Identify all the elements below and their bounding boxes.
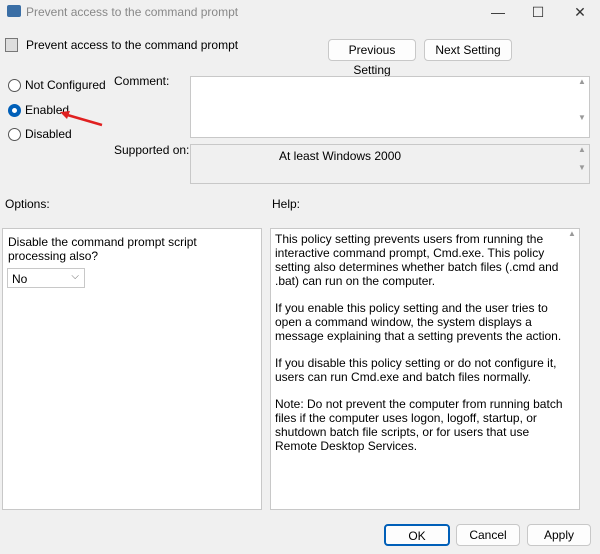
title-bar: Prevent access to the command prompt — ☐… [0,0,600,26]
scrollbar[interactable]: ▲ ▼ [575,77,589,137]
help-label: Help: [272,197,301,211]
help-paragraph: Note: Do not prevent the computer from r… [275,397,563,453]
supported-on-field: At least Windows 2000 ▲ ▼ [190,144,590,184]
help-panel: This policy setting prevents users from … [270,228,580,510]
scrollbar[interactable]: ▲ [565,229,579,509]
radio-label: Not Configured [25,78,106,92]
radio-circle-selected[interactable] [8,103,21,117]
options-label: Options: [5,197,50,211]
cancel-button[interactable]: Cancel [456,524,520,546]
previous-setting-button[interactable]: Previous Setting [328,39,416,77]
red-arrow-annotation [60,111,103,127]
app-icon [7,5,21,17]
ok-button[interactable]: OK [384,524,450,546]
minimize-button[interactable]: — [478,2,518,24]
scrollbar[interactable]: ▲ ▼ [575,145,589,183]
help-paragraph: If you disable this policy setting or do… [275,356,557,384]
radio-not-configured[interactable]: Not Configured [8,78,106,92]
close-button[interactable]: ✕ [560,2,600,24]
next-setting-button[interactable]: Next Setting [424,39,512,61]
supported-on-label: Supported on: [114,143,190,157]
radio-circle[interactable] [8,78,21,92]
help-paragraph: This policy setting prevents users from … [275,232,559,288]
apply-button[interactable]: Apply [527,524,591,546]
policy-name: Prevent access to the command prompt [26,38,239,52]
options-panel: Disable the command prompt script proces… [2,228,262,510]
comment-label: Comment: [114,74,170,88]
options-question: Disable the command prompt script proces… [8,235,197,263]
maximize-button[interactable]: ☐ [518,2,558,24]
supported-on-value: At least Windows 2000 [279,149,402,163]
policy-icon [5,38,18,52]
radio-circle[interactable] [8,127,21,141]
help-paragraph: If you enable this policy setting and th… [275,301,562,343]
window-title: Prevent access to the command prompt [26,5,239,19]
comment-input[interactable]: ▲ ▼ [190,76,590,138]
chevron-down-icon: ⌵ [71,271,79,282]
script-processing-select[interactable]: No ⌵ [7,268,85,288]
radio-label: Disabled [25,127,72,141]
radio-disabled[interactable]: Disabled [8,127,72,141]
